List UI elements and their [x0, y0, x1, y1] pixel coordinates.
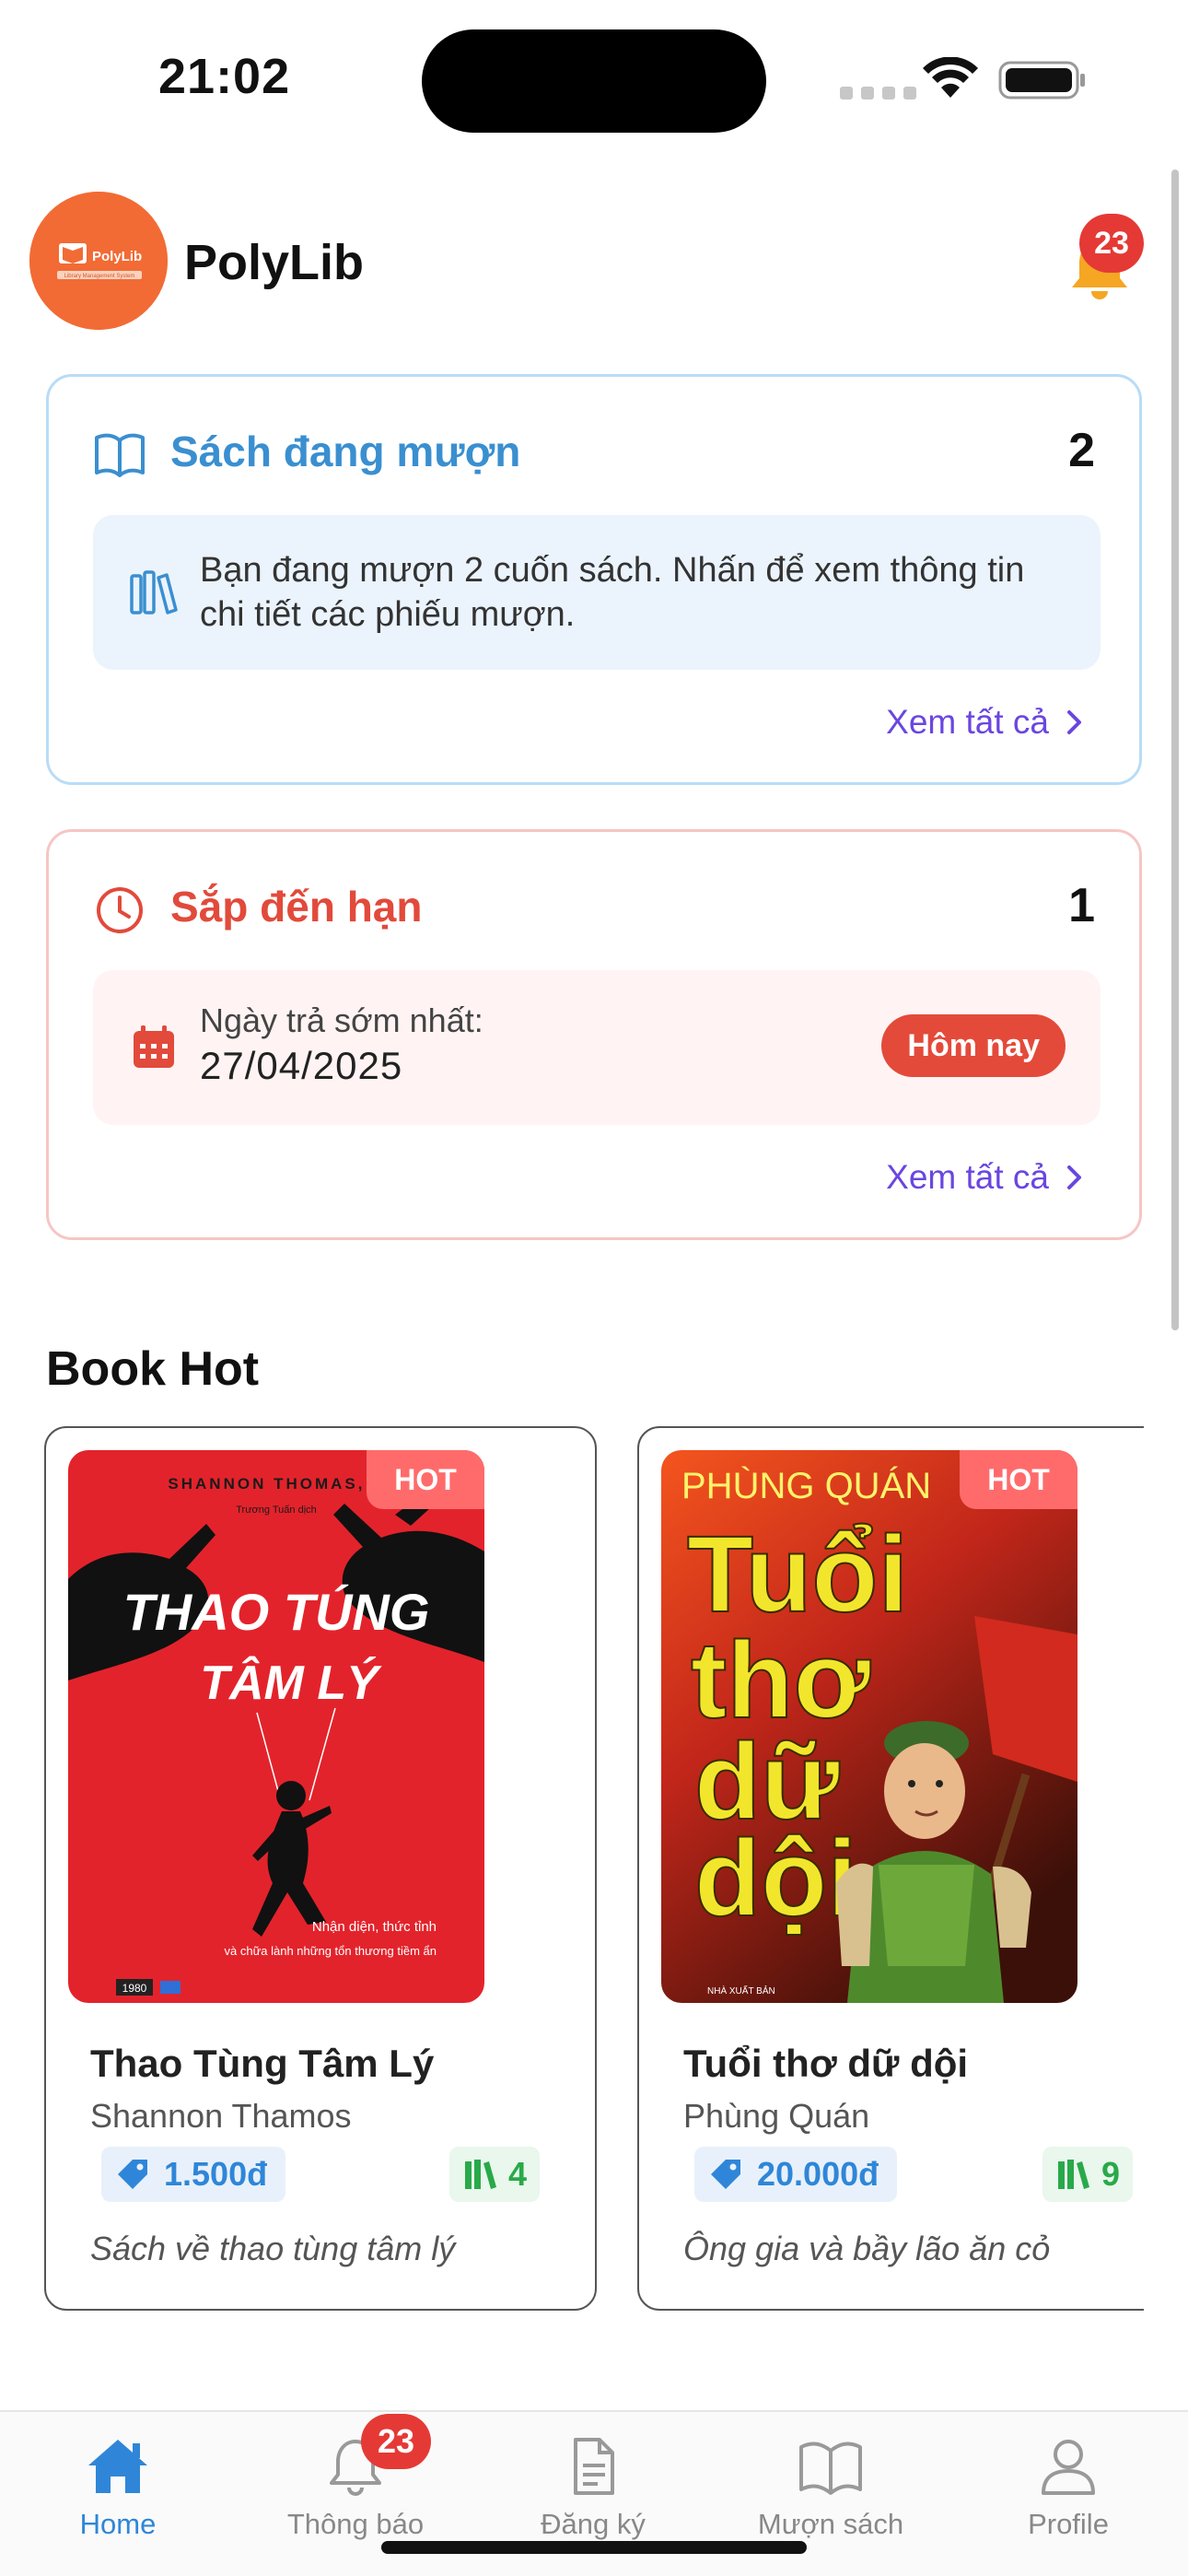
tab-profile[interactable]: Profile: [967, 2436, 1170, 2547]
cover-publisher: 1980: [122, 1982, 147, 1995]
hot-badge: HOT: [367, 1450, 484, 1509]
cover-author: SHANNON THOMAS, L: [168, 1475, 384, 1493]
open-book-icon: [799, 2441, 862, 2495]
cover-title-line1: Tuổi: [687, 1514, 908, 1635]
see-all-label: Xem tất cả: [886, 1158, 1049, 1196]
due-info-panel[interactable]: Ngày trả sớm nhất: 27/04/2025 Hôm nay: [93, 970, 1101, 1125]
cover-tagline2: và chữa lành những tổn thương tiềm ẩn: [225, 1944, 437, 1958]
book-hot-carousel[interactable]: SHANNON THOMAS, L Trương Tuấn dịch THAO …: [44, 1426, 1144, 2314]
book-card[interactable]: PHÙNG QUÁN Tuổi thơ dữ dội NHÀ XUẤT BẢN …: [637, 1426, 1144, 2311]
borrowing-card[interactable]: Sách đang mượn 2 Bạn đang mượn 2 cuốn sá…: [46, 374, 1142, 785]
due-status-badge: Hôm nay: [881, 1014, 1066, 1077]
notification-badge: 23: [1079, 214, 1144, 273]
book-price: 1.500đ: [164, 2155, 268, 2193]
status-bar: 21:02: [0, 0, 1188, 147]
cover-title-line4: dội: [694, 1818, 857, 1939]
borrowing-title: Sách đang mượn: [170, 427, 521, 475]
person-icon: [1042, 2440, 1095, 2495]
cellular-signal-icon: [840, 87, 916, 100]
book-cover: PHÙNG QUÁN Tuổi thơ dữ dội NHÀ XUẤT BẢN …: [661, 1450, 1077, 2003]
app-logo[interactable]: PolyLib Library Management System: [29, 192, 168, 330]
cover-author: PHÙNG QUÁN: [681, 1465, 931, 1506]
books-icon: [464, 2160, 496, 2189]
hot-badge: HOT: [960, 1450, 1077, 1509]
dynamic-island: [422, 29, 766, 133]
price-chip: 20.000đ: [694, 2147, 898, 2202]
cover-tagline1: Nhận diện, thức tỉnh: [312, 1919, 437, 1935]
app-title: PolyLib: [184, 235, 365, 290]
tab-label: Mượn sách: [757, 2508, 904, 2540]
logo-text: PolyLib: [92, 249, 142, 264]
book-author: Shannon Thamos: [90, 2097, 352, 2135]
open-book-icon: [95, 433, 145, 477]
cover-title-line1: THAO TÚNG: [123, 1583, 430, 1641]
books-icon: [1057, 2160, 1089, 2189]
tab-label: Home: [79, 2508, 157, 2540]
stock-chip: 9: [1042, 2147, 1133, 2202]
book-hot-heading: Book Hot: [46, 1342, 260, 1396]
book-stock: 9: [1101, 2155, 1120, 2193]
earliest-return-label: Ngày trả sớm nhất:: [200, 1001, 483, 1039]
stock-chip: 4: [448, 2147, 540, 2202]
clock-icon: [97, 887, 143, 933]
home-icon: [88, 2440, 147, 2493]
due-soon-card[interactable]: Sắp đến hạn 1 Ngày trả sớm nhất: 27/04/2…: [46, 829, 1142, 1240]
home-indicator[interactable]: [381, 2541, 807, 2554]
wifi-icon: [923, 57, 978, 98]
status-time: 21:02: [158, 49, 291, 104]
battery-icon: [998, 61, 1085, 100]
book-price: 20.000đ: [757, 2155, 879, 2193]
book-title: Tuổi thơ dữ dội: [683, 2042, 969, 2085]
tab-label: Thông báo: [286, 2508, 425, 2540]
borrowing-message: Bạn đang mượn 2 cuốn sách. Nhấn để xem t…: [200, 551, 1025, 634]
earliest-return-date: 27/04/2025: [200, 1044, 403, 1087]
tab-notifications[interactable]: Thông báo 23: [254, 2414, 457, 2547]
logo-subtext: Library Management System: [64, 274, 135, 279]
due-soon-count: 1: [1068, 879, 1095, 932]
chevron-right-icon: [1067, 710, 1081, 734]
tab-home[interactable]: Home: [17, 2436, 219, 2547]
book-author: Phùng Quán: [683, 2097, 870, 2135]
tab-register[interactable]: Đăng ký: [492, 2436, 694, 2547]
price-tag-icon: [118, 2160, 147, 2189]
tab-label: Đăng ký: [541, 2508, 646, 2540]
books-icon: [130, 570, 178, 615]
borrowing-info-panel[interactable]: Bạn đang mượn 2 cuốn sách. Nhấn để xem t…: [93, 515, 1101, 670]
cover-translator: Trương Tuấn dịch: [236, 1505, 317, 1516]
borrowing-see-all-link[interactable]: Xem tất cả: [886, 703, 1084, 742]
calendar-icon: [134, 1025, 174, 1068]
due-soon-title: Sắp đến hạn: [170, 883, 423, 931]
borrowing-count: 2: [1068, 424, 1095, 477]
price-tag-icon: [711, 2160, 740, 2189]
book-description: Sách về thao tùng tâm lý: [90, 2230, 456, 2267]
due-see-all-link[interactable]: Xem tất cả: [886, 1158, 1084, 1197]
book-card[interactable]: SHANNON THOMAS, L Trương Tuấn dịch THAO …: [44, 1426, 597, 2311]
tab-borrow-books[interactable]: Mượn sách: [729, 2436, 932, 2547]
book-description: Ông gia và bầy lão ăn cỏ: [683, 2230, 1051, 2267]
notification-badge: 23: [361, 2414, 431, 2469]
book-stock: 4: [507, 2155, 527, 2193]
chevron-right-icon: [1067, 1165, 1081, 1189]
book-title: Thao Tùng Tâm Lý: [90, 2042, 435, 2085]
document-icon: [574, 2438, 614, 2495]
cover-title-line2: TÂM LÝ: [200, 1656, 382, 1710]
price-chip: 1.500đ: [101, 2147, 286, 2202]
app-header: PolyLib Library Management System PolyLi…: [29, 192, 1159, 330]
see-all-label: Xem tất cả: [886, 703, 1049, 741]
book-cover: SHANNON THOMAS, L Trương Tuấn dịch THAO …: [68, 1450, 484, 2003]
cover-publisher: NHÀ XUẤT BẢN: [707, 1985, 775, 1996]
tab-label: Profile: [1028, 2508, 1109, 2540]
scrollbar[interactable]: [1171, 170, 1179, 1330]
